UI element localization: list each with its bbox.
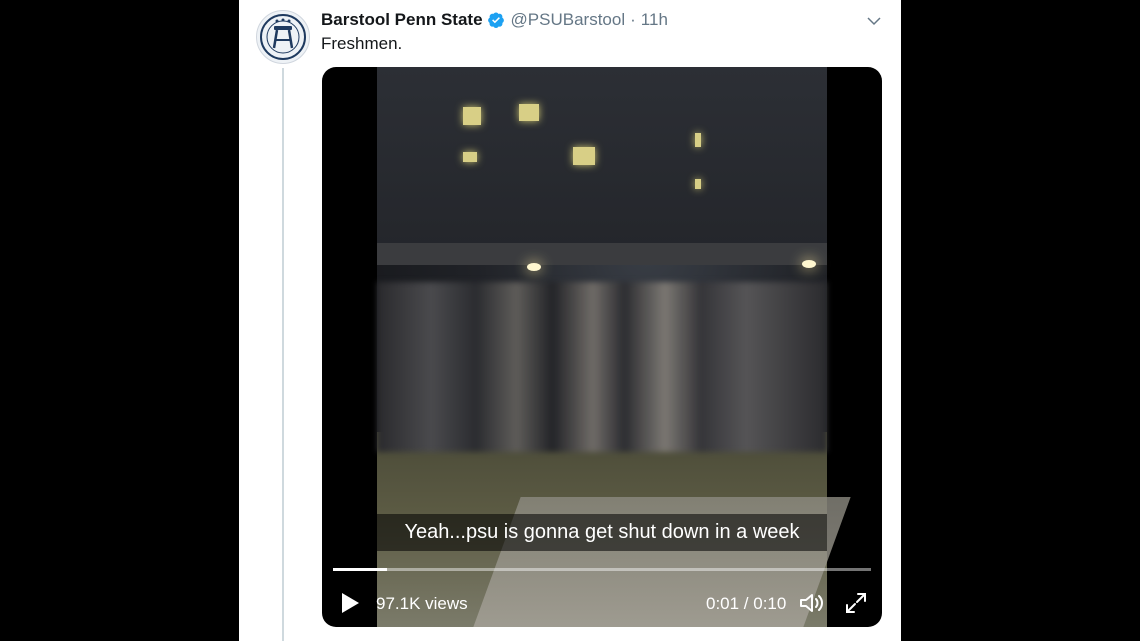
video-frame[interactable]: Yeah...psu is gonna get shut down in a w… [377, 67, 851, 627]
video-scene-canopy [377, 243, 827, 265]
tweet-header: Barstool Penn State @PSUBarstool · 11h [321, 9, 668, 31]
video-scene-building [377, 67, 827, 252]
separator-dot: · [630, 10, 636, 29]
video-caption: Yeah...psu is gonna get shut down in a w… [377, 514, 827, 551]
tweet-card[interactable]: Barstool Penn State @PSUBarstool · 11h F… [239, 0, 901, 641]
thread-line [282, 68, 284, 641]
avatar[interactable] [256, 10, 310, 64]
barstool-logo-icon [260, 14, 306, 60]
timecode: 0:01 / 0:10 [706, 594, 787, 613]
volume-icon[interactable] [799, 591, 825, 615]
display-name[interactable]: Barstool Penn State [321, 10, 483, 30]
video-scene-crowd [377, 282, 827, 452]
play-icon[interactable] [339, 591, 361, 615]
video-caption-text: Yeah...psu is gonna get shut down in a w… [404, 521, 800, 543]
handle[interactable]: @PSUBarstool [511, 10, 626, 30]
verified-badge-icon [487, 12, 504, 28]
chevron-down-icon[interactable] [865, 12, 883, 30]
progress-fill [333, 568, 387, 571]
progress-bar[interactable] [333, 568, 871, 571]
lamp-light [527, 263, 541, 271]
timestamp[interactable]: 11h [641, 10, 668, 30]
view-count: 97.1K views [376, 594, 468, 613]
lamp-light [802, 260, 816, 268]
video-player[interactable]: Yeah...psu is gonna get shut down in a w… [322, 67, 882, 627]
tweet-text: Freshmen. [321, 34, 403, 53]
fullscreen-icon[interactable] [844, 591, 868, 615]
